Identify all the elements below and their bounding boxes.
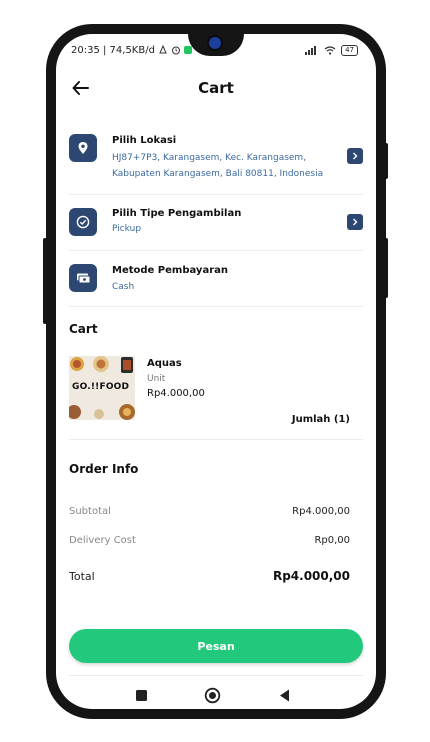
gofood-logo: GO.!!FOOD (72, 382, 130, 392)
home-icon[interactable] (204, 687, 221, 704)
wifi-icon (324, 45, 336, 55)
total-label: Total (69, 570, 95, 583)
payment-method-row[interactable]: Metode Pembayaran Cash (69, 258, 363, 298)
app-notification-icon (183, 46, 192, 54)
total-value: Rp4.000,00 (272, 569, 350, 583)
side-button (43, 238, 47, 324)
item-name: Aquas (147, 358, 182, 369)
pesan-button[interactable]: Pesan (69, 629, 363, 663)
payment-value: Cash (112, 282, 135, 292)
status-bar: 20:35 | 74,5KB/d 47 (71, 42, 358, 58)
cash-icon (76, 273, 90, 283)
payment-icon-box (69, 264, 97, 292)
location-title: Pilih Lokasi (112, 135, 177, 146)
volume-button (384, 143, 388, 179)
order-info-title: Order Info (69, 462, 139, 476)
screen: 20:35 | 74,5KB/d 47 Cart Pilih Lokasi HJ… (56, 34, 376, 709)
pickup-chevron-right-icon[interactable] (347, 214, 363, 230)
location-row[interactable]: Pilih Lokasi HJ87+7P3, Karangasem, Kec. … (69, 126, 363, 186)
pickup-icon-box (69, 208, 97, 236)
delivery-cost-label: Delivery Cost (69, 535, 136, 546)
notification-icon (159, 45, 167, 54)
app-header: Cart (56, 74, 376, 104)
phone-frame: 20:35 | 74,5KB/d 47 Cart Pilih Lokasi HJ… (46, 24, 386, 719)
pickup-title: Pilih Tipe Pengambilan (112, 208, 242, 219)
pickup-value: Pickup (112, 224, 142, 234)
system-nav-bar (56, 681, 376, 709)
power-button (384, 238, 388, 298)
page-title: Cart (198, 79, 234, 97)
check-circle-icon (76, 215, 90, 229)
location-address-line2: Kabupaten Karangasem, Bali 80811, Indone… (112, 169, 324, 179)
divider (69, 439, 363, 440)
recent-apps-icon[interactable] (136, 690, 147, 701)
signal-icon (305, 45, 317, 55)
cart-section-title: Cart (69, 322, 98, 336)
item-quantity: Jumlah (1) (291, 414, 350, 425)
item-unit: Unit (147, 374, 166, 384)
back-nav-icon[interactable] (279, 689, 290, 702)
subtotal-value: Rp4.000,00 (292, 506, 350, 517)
divider (69, 194, 363, 195)
divider (69, 250, 363, 251)
battery-icon: 47 (341, 44, 358, 56)
location-address-line1: HJ87+7P3, Karangasem, Kec. Karangasem, (112, 153, 307, 163)
delivery-cost-value: Rp0,00 (314, 535, 350, 546)
subtotal-label: Subtotal (69, 506, 111, 517)
item-price: Rp4.000,00 (147, 388, 205, 399)
divider (69, 675, 363, 676)
location-chevron-right-icon[interactable] (347, 148, 363, 164)
alarm-icon (171, 46, 180, 55)
item-image[interactable]: GO.!!FOOD (69, 356, 135, 420)
payment-title: Metode Pembayaran (112, 265, 229, 276)
location-pin-icon (78, 142, 88, 154)
status-time-speed: 20:35 | 74,5KB/d (71, 44, 155, 56)
pickup-type-row[interactable]: Pilih Tipe Pengambilan Pickup (69, 202, 363, 242)
location-icon-box (69, 134, 97, 162)
divider (69, 306, 363, 307)
